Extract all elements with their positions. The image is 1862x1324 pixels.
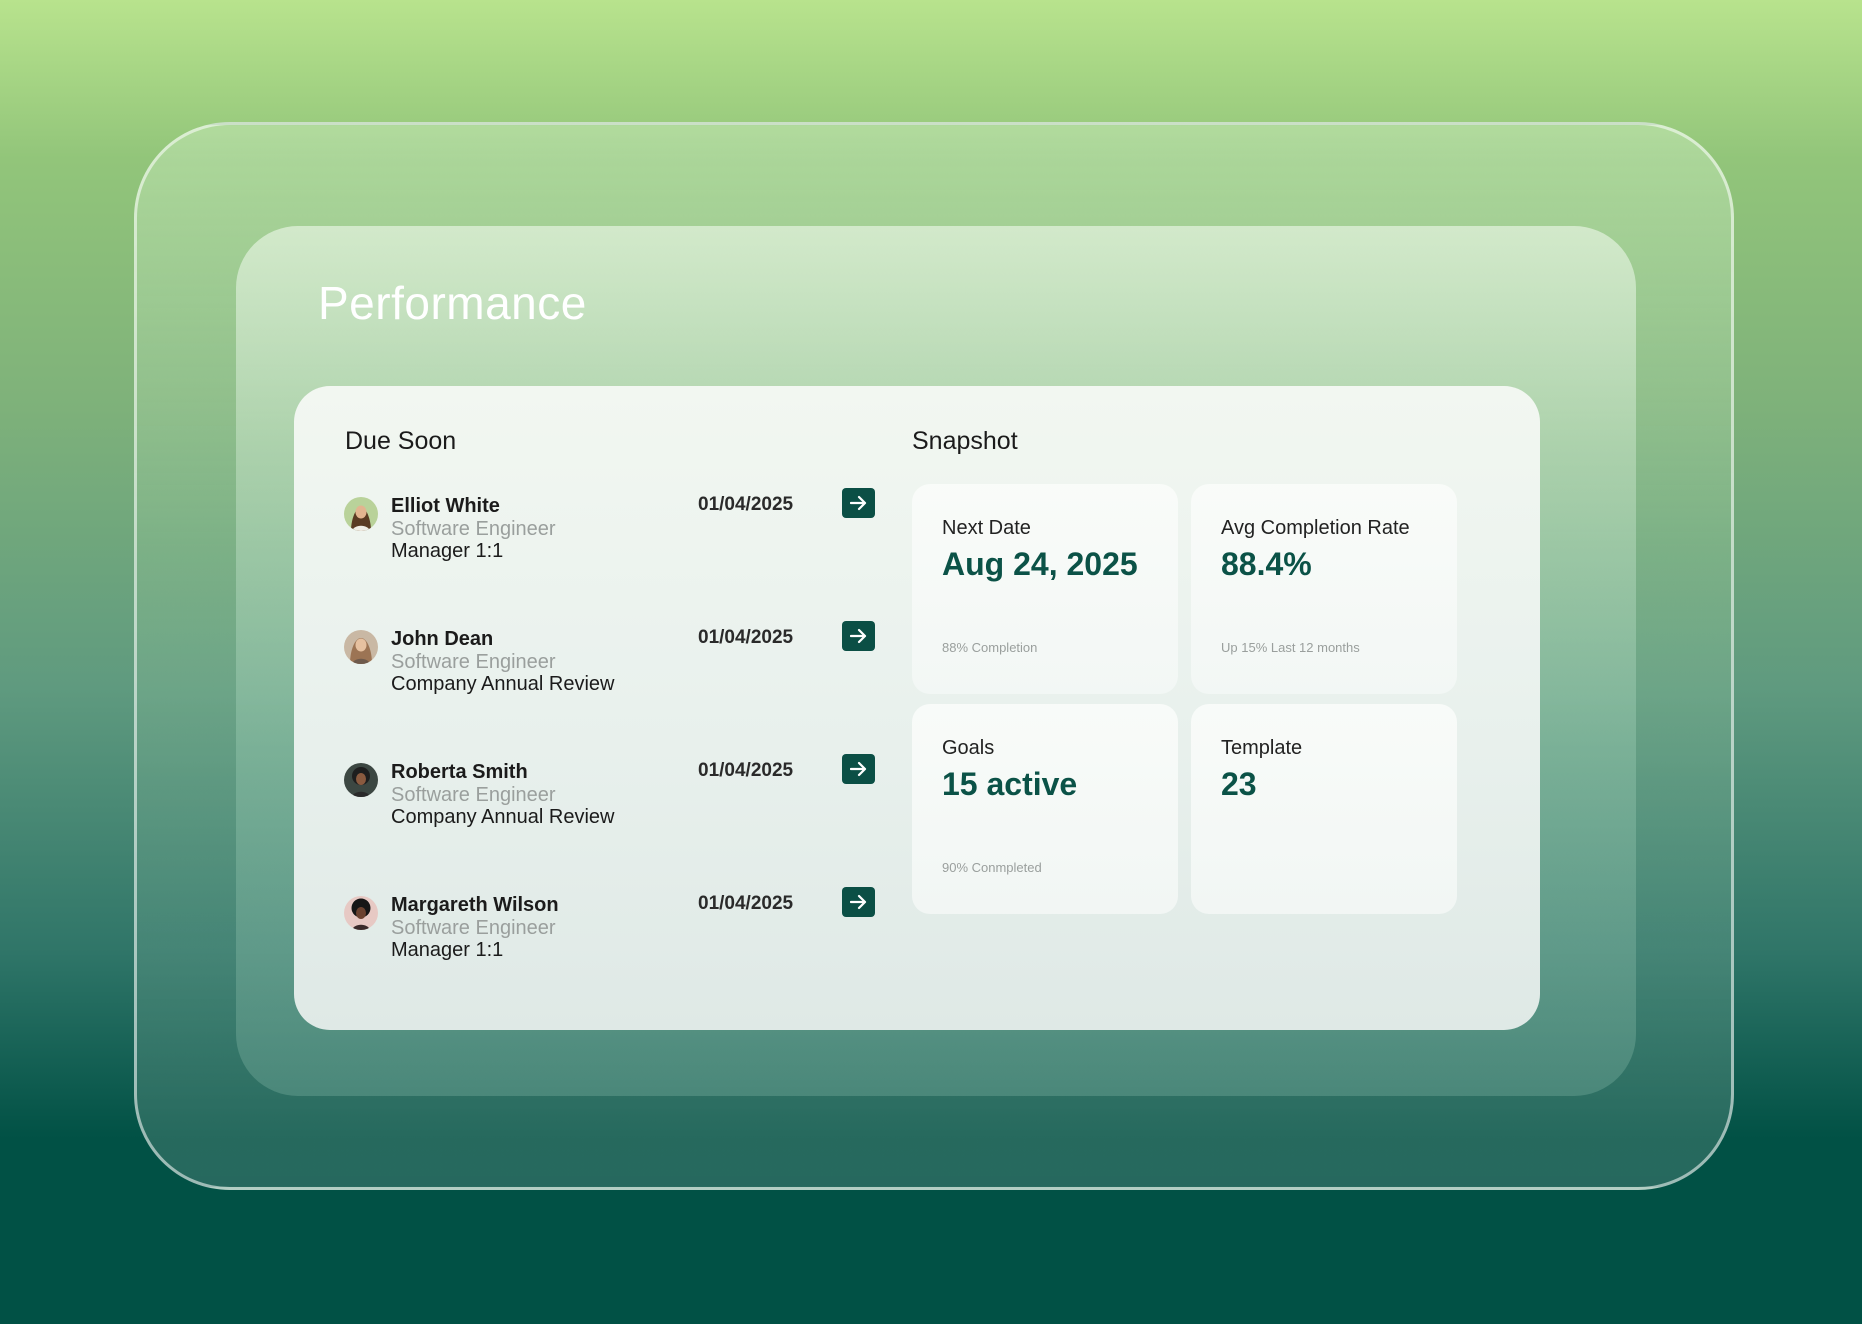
open-review-button[interactable]	[842, 621, 875, 651]
avatar	[344, 763, 378, 797]
stat-value: 88.4%	[1221, 546, 1312, 582]
review-type: Manager 1:1	[391, 540, 504, 562]
due-date: 01/04/2025	[698, 893, 794, 914]
due-item: Elliot White Software Engineer Manager 1…	[344, 488, 876, 586]
snapshot-title: Snapshot	[912, 427, 1018, 455]
due-item: John Dean Software Engineer Company Annu…	[344, 621, 876, 719]
open-review-button[interactable]	[842, 887, 875, 917]
person-role: Software Engineer	[391, 518, 556, 540]
avatar	[344, 497, 378, 531]
review-type: Company Annual Review	[391, 806, 615, 828]
review-type: Manager 1:1	[391, 939, 504, 961]
stat-value: 15 active	[942, 766, 1078, 802]
person-name: Roberta Smith	[391, 761, 528, 783]
stat-label: Template	[1221, 737, 1303, 759]
stat-card-avg-completion-rate: Avg Completion Rate 88.4% Up 15% Last 12…	[1191, 484, 1457, 694]
stat-card-goals: Goals 15 active 90% Conmpleted	[912, 704, 1178, 914]
stat-subtext: Up 15% Last 12 months	[1221, 640, 1360, 655]
arrow-right-icon	[849, 628, 866, 644]
due-date: 01/04/2025	[698, 760, 794, 781]
stat-value: Aug 24, 2025	[942, 546, 1138, 582]
stat-subtext: 90% Conmpleted	[942, 860, 1042, 875]
person-role: Software Engineer	[391, 784, 556, 806]
person-role: Software Engineer	[391, 917, 556, 939]
avatar	[344, 630, 378, 664]
stat-label: Avg Completion Rate	[1221, 517, 1410, 539]
review-type: Company Annual Review	[391, 673, 615, 695]
stat-subtext: 88% Completion	[942, 640, 1038, 655]
due-soon-title: Due Soon	[345, 427, 457, 455]
due-item: Margareth Wilson Software Engineer Manag…	[344, 887, 876, 985]
person-name: John Dean	[391, 628, 494, 650]
due-item: Roberta Smith Software Engineer Company …	[344, 754, 876, 852]
person-name: Elliot White	[391, 495, 500, 517]
person-name: Margareth Wilson	[391, 894, 559, 916]
stat-value: 23	[1221, 766, 1257, 802]
arrow-right-icon	[849, 761, 866, 777]
avatar	[344, 896, 378, 930]
open-review-button[interactable]	[842, 488, 875, 518]
page-title: Performance	[318, 277, 587, 329]
due-date: 01/04/2025	[698, 494, 794, 515]
open-review-button[interactable]	[842, 754, 875, 784]
arrow-right-icon	[849, 495, 866, 511]
stat-card-next-date: Next Date Aug 24, 2025 88% Completion	[912, 484, 1178, 694]
arrow-right-icon	[849, 894, 866, 910]
stat-card-template: Template 23	[1191, 704, 1457, 914]
stat-label: Goals	[942, 737, 995, 759]
person-role: Software Engineer	[391, 651, 556, 673]
due-date: 01/04/2025	[698, 627, 794, 648]
stat-label: Next Date	[942, 517, 1031, 539]
